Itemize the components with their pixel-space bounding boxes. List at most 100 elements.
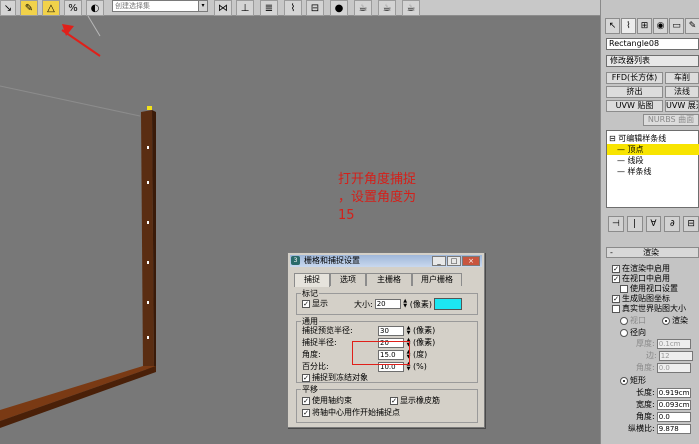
utilities-tab-icon[interactable]: ✎ — [685, 18, 699, 34]
dialog-title: 栅格和捕捉设置 — [304, 256, 360, 265]
snap-preview-radius-row: 捕捉预览半径: 30 ▲ ▼ (像素) — [302, 324, 436, 336]
create-tab-icon[interactable]: ↖ — [605, 18, 620, 34]
rectangular-radio[interactable]: 矩形 — [620, 375, 646, 386]
schematic-view-icon[interactable]: ⊟ — [306, 0, 324, 16]
instruction-line-2: ，设置角度为 — [338, 190, 417, 205]
app-icon: 3 — [291, 256, 300, 265]
stack-item-segment[interactable]: — 线段 — [617, 155, 644, 166]
rendering-rollout-header[interactable]: - 渲染 — [606, 247, 699, 258]
marker-color-swatch[interactable] — [433, 298, 462, 310]
select-arrow-icon[interactable]: ↘ — [0, 0, 16, 16]
selected-vertex — [147, 106, 152, 110]
width-field[interactable]: 宽度: 0.093cm — [636, 399, 691, 410]
spinner-icon[interactable]: ▲ ▼ — [406, 349, 411, 360]
align-icon[interactable]: ⊥ — [236, 0, 254, 16]
translation-group-label: 平移 — [301, 384, 319, 395]
minimize-button[interactable]: _ — [432, 256, 446, 266]
dialog-tabs: 捕捉 选项 主栅格 用户栅格 — [294, 273, 462, 287]
hierarchy-tab-icon[interactable]: ⊞ — [637, 18, 652, 34]
snap-angle-input[interactable]: 15.0 — [378, 349, 404, 360]
motion-tab-icon[interactable]: ◉ — [653, 18, 668, 34]
marker-size-input[interactable]: 20 — [374, 299, 401, 309]
nurbs-surface-button[interactable]: NURBS 曲面 — [643, 114, 699, 126]
named-selection-combo[interactable]: 创建选择集 — [112, 0, 208, 12]
percent-snap-icon[interactable]: % — [64, 0, 82, 16]
render-frame-icon[interactable]: ☕ — [378, 0, 396, 16]
tab-home-grid[interactable]: 主栅格 — [366, 273, 412, 286]
modifier-stack: ⊟ 可编辑样条线 — 顶点 — 线段 — 样条线 — [606, 130, 699, 208]
rail-front-face — [0, 366, 156, 428]
snap-to-frozen-checkbox[interactable]: ✓ 捕捉到冻结对象 — [302, 372, 368, 383]
remove-modifier-icon[interactable]: ∂ — [664, 216, 681, 232]
render-setup-icon[interactable]: ☕ — [354, 0, 372, 16]
rendering-rollout: - 渲染 ✓ 在渲染中启用 ✓ 在视口中启用 使用视口设置 ✓ 生成贴图坐标 真实世界… — [606, 247, 699, 444]
radial-radio[interactable]: 径向 — [620, 327, 646, 338]
modify-tab-icon[interactable]: ⌇ — [621, 18, 636, 34]
marker-size-field: 大小: 20 ▲ ▼ (像素) — [354, 298, 462, 310]
configure-sets-icon[interactable]: ⊟ — [683, 216, 699, 232]
rect-angle-field[interactable]: 角度: 0.0 — [636, 411, 691, 422]
marker-display-checkbox[interactable]: ✓ 显示 — [302, 298, 328, 309]
quick-render-icon[interactable]: ☕ — [402, 0, 420, 16]
instruction-line-1: 打开角度捕捉 — [338, 172, 417, 187]
renderer-radio[interactable]: 渲染 — [662, 315, 688, 326]
main-toolbar: ↘ ✎ △ % ◐ 创建选择集 ▾ ⋈ ⊥ ≣ ⌇ ⊟ ● ☕ ☕ ☕ — [0, 0, 600, 16]
snap-preview-radius-input[interactable]: 30 — [378, 325, 404, 336]
grid-line — [87, 16, 101, 37]
annotation-arrow — [61, 29, 101, 57]
radial-angle-field[interactable]: 角度: 0.0 — [636, 362, 691, 373]
normal-button[interactable]: 法线 — [665, 86, 699, 98]
lathe-button[interactable]: 车削 — [665, 72, 699, 84]
snap-radius-input[interactable]: 20 — [378, 337, 404, 348]
viewport-radio[interactable]: 视口 — [620, 315, 646, 326]
length-field[interactable]: 长度: 0.919cm — [636, 387, 691, 398]
spinner-snap-icon[interactable]: ◐ — [86, 0, 104, 16]
snap-radius-row: 捕捉半径: 20 ▲ ▼ (像素) — [302, 336, 436, 348]
grid-line — [0, 85, 141, 117]
modifier-list-dropdown[interactable]: 修改器列表 — [606, 55, 699, 67]
chevron-down-icon[interactable]: ▾ — [198, 0, 208, 12]
aspect-field[interactable]: 纵横比: 9.878 — [628, 423, 691, 434]
stack-item-vertex[interactable]: — 顶点 — [607, 144, 699, 155]
command-panel-tabs: ↖ ⌇ ⊞ ◉ ▭ ✎ — [605, 18, 699, 34]
object-name-field[interactable]: Rectangle08 — [606, 38, 699, 50]
uvw-map-button[interactable]: UVW 贴图 — [606, 100, 663, 112]
extrude-button[interactable]: 挤出 — [606, 86, 663, 98]
pin-stack-icon[interactable]: ⊣ — [608, 216, 624, 232]
spinner-icon[interactable]: ▲ ▼ — [406, 337, 411, 348]
spinner-icon[interactable]: ▲ ▼ — [406, 325, 411, 336]
mirror-icon[interactable]: ⋈ — [214, 0, 232, 16]
snap-percent-row: 百分比: 10.0 ▲ ▼ (%) — [302, 360, 427, 372]
curve-editor-icon[interactable]: ⌇ — [284, 0, 302, 16]
tab-snaps[interactable]: 捕捉 — [294, 273, 330, 287]
instruction-line-3: 15 — [338, 208, 355, 223]
spinner-icon[interactable]: ▲ ▼ — [406, 361, 411, 372]
uvw-unwrap-button[interactable]: UVW 展开 — [665, 100, 699, 112]
grid-snap-settings-dialog: 栅格和捕捉设置 3 _ □ × 捕捉 选项 主栅格 用户栅格 标记 ✓ 显示 大小… — [287, 252, 485, 428]
maximize-button[interactable]: □ — [447, 256, 461, 266]
ffd-box-button[interactable]: FFD(长方体) — [606, 72, 663, 84]
snap-percent-input[interactable]: 10.0 — [378, 361, 404, 372]
instruction-text: 打开角度捕捉 ，设置角度为 15 — [338, 171, 458, 225]
tab-options[interactable]: 选项 — [330, 273, 366, 286]
sides-field[interactable]: 边: 12 — [646, 350, 693, 361]
angle-snap-icon[interactable]: △ — [42, 0, 60, 16]
show-end-result-icon[interactable]: | — [626, 216, 643, 232]
snap-toggle-icon[interactable]: ✎ — [20, 0, 38, 16]
display-rubber-band-checkbox[interactable]: ✓ 显示橡皮筋 — [390, 395, 440, 406]
thickness-field[interactable]: 厚度: 0.1cm — [636, 338, 691, 349]
real-world-map-size-checkbox[interactable]: 真实世界贴图大小 — [612, 303, 686, 314]
stack-toolbar: ⊣ | ∀ ∂ ⊟ — [606, 216, 699, 234]
make-unique-icon[interactable]: ∀ — [645, 216, 662, 232]
snap-angle-row: 角度: 15.0 ▲ ▼ (度) — [302, 348, 428, 360]
use-axis-constraints-checkbox[interactable]: ✓ 使用轴约束 — [302, 395, 352, 406]
close-button[interactable]: × — [462, 256, 480, 266]
display-tab-icon[interactable]: ▭ — [669, 18, 684, 34]
stack-item-editable-spline[interactable]: ⊟ 可编辑样条线 — [609, 133, 666, 144]
material-editor-icon[interactable]: ● — [330, 0, 348, 16]
tab-user-grids[interactable]: 用户栅格 — [412, 273, 462, 286]
stack-item-spline[interactable]: — 样条线 — [617, 166, 652, 177]
axis-center-start-snap-checkbox[interactable]: ✓ 将轴中心用作开始捕捉点 — [302, 407, 400, 418]
spinner-icon[interactable]: ▲ ▼ — [403, 299, 408, 309]
layer-manager-icon[interactable]: ≣ — [260, 0, 278, 16]
